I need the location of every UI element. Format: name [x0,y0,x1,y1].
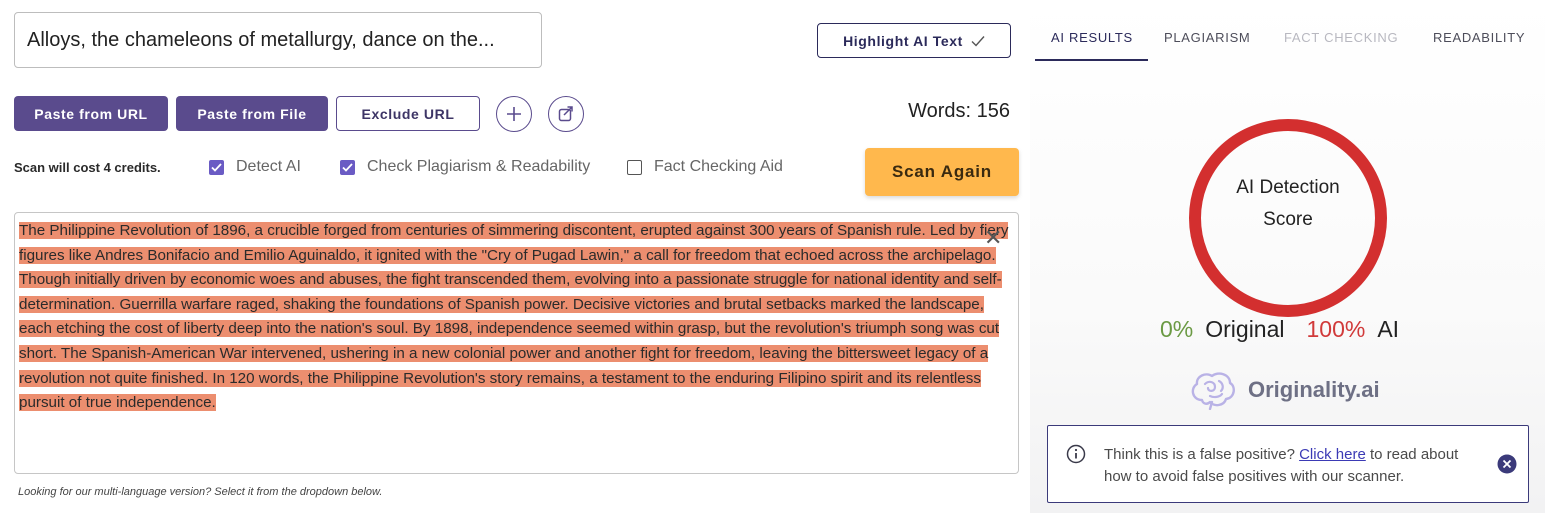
ai-percent: 100% [1306,316,1366,342]
document-title-value: Alloys, the chameleons of metallurgy, da… [27,28,495,51]
exclude-url-button[interactable]: Exclude URL [336,96,480,131]
active-tab-indicator [1035,59,1148,61]
fact-checking-checkbox[interactable] [627,159,642,175]
tab-ai-results[interactable]: AI RESULTS [1051,30,1133,45]
tab-readability[interactable]: READABILITY [1433,30,1525,45]
tab-plagiarism[interactable]: PLAGIARISM [1164,30,1250,45]
brand-name: Originality.ai [1248,377,1380,402]
detect-ai-checkbox[interactable] [209,159,224,175]
tab-fact-checking: FACT CHECKING [1284,30,1399,45]
gauge-label-line2: Score [1263,209,1313,230]
detect-ai-option[interactable]: Detect AI [209,158,301,176]
close-icon[interactable] [1497,454,1517,474]
checkmark-icon [211,162,222,172]
detect-ai-label: Detect AI [236,158,301,175]
false-positive-notice: Think this is a false positive? Click he… [1047,425,1529,503]
gauge-label-line1: AI Detection [1236,177,1340,198]
scan-again-label: Scan Again [892,162,992,181]
scan-again-button[interactable]: Scan Again [865,148,1019,196]
notice-message: Think this is a false positive? Click he… [1104,444,1490,488]
gauge-label: AI Detection Score [1198,172,1378,236]
scan-cost-text: Scan will cost 4 credits. [14,160,161,175]
ai-label: AI [1377,316,1400,342]
content-textarea[interactable]: The Philippine Revolution of 1896, a cru… [14,212,1019,474]
multi-language-hint: Looking for our multi-language version? … [18,486,383,498]
highlight-ai-text-label: Highlight AI Text [843,32,963,49]
share-icon [558,106,573,122]
plus-icon [507,107,521,121]
paste-from-file-label: Paste from File [197,105,307,122]
results-tabs: AI RESULTS PLAGIARISM FACT CHECKING READ… [1035,22,1540,62]
share-button[interactable] [548,96,584,132]
fact-checking-label: Fact Checking Aid [654,158,783,175]
paste-from-url-label: Paste from URL [34,105,148,122]
original-label: Original [1205,316,1285,342]
clear-text-icon[interactable]: ✕ [984,225,1002,251]
info-icon [1066,444,1086,464]
paste-from-file-button[interactable]: Paste from File [176,96,328,131]
score-summary: 0% Original 100% AI [1160,316,1399,343]
exclude-url-label: Exclude URL [361,105,455,122]
check-plagiarism-label: Check Plagiarism & Readability [367,158,591,175]
add-button[interactable] [496,96,532,132]
fact-checking-option[interactable]: Fact Checking Aid [627,158,783,176]
brand-logo: Originality.ai [1188,370,1380,410]
highlight-ai-text-button[interactable]: Highlight AI Text [817,23,1011,58]
highlighted-text-block: The Philippine Revolution of 1896, a cru… [19,219,1014,416]
checkmark-icon [342,162,353,172]
brain-logo-icon [1191,372,1235,410]
input-panel: Alloys, the chameleons of metallurgy, da… [0,0,1030,513]
paste-from-url-button[interactable]: Paste from URL [14,96,168,131]
word-count: Words: 156 [908,100,1010,122]
notice-text-before: Think this is a false positive? [1104,446,1300,463]
check-plagiarism-checkbox[interactable] [340,159,355,175]
original-percent: 0% [1160,316,1194,342]
click-here-link[interactable]: Click here [1299,446,1366,463]
check-icon [971,35,985,47]
document-title-input[interactable]: Alloys, the chameleons of metallurgy, da… [14,12,542,68]
check-plagiarism-option[interactable]: Check Plagiarism & Readability [340,158,590,176]
ai-highlighted-text: The Philippine Revolution of 1896, a cru… [19,222,1009,412]
